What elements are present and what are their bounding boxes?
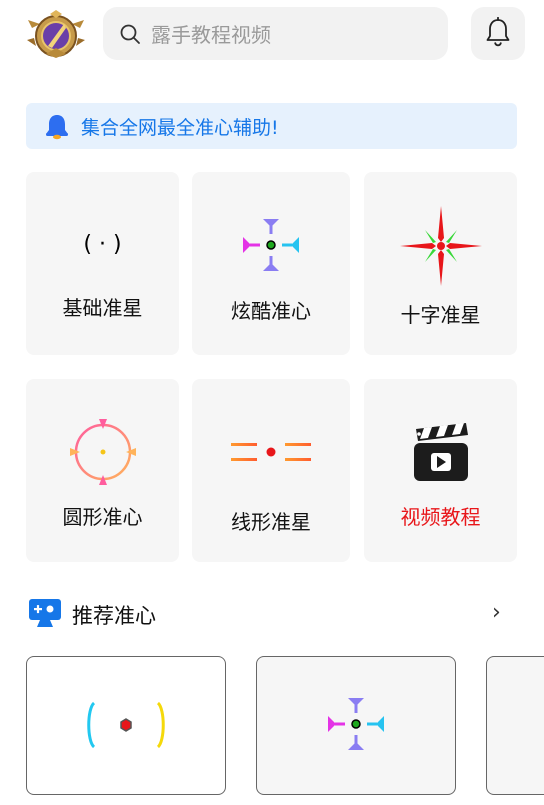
grid-item-label: 十字准星 xyxy=(400,303,481,327)
search-input[interactable]: 露手教程视频 xyxy=(151,19,271,48)
recommend-card[interactable] xyxy=(26,656,226,795)
notice-text: 集合全网最全准心辅助! xyxy=(81,116,279,139)
rank-badge-logo-icon xyxy=(26,10,86,60)
grid-item-label: 视频教程 xyxy=(400,505,481,529)
grid-item-cross-crosshair[interactable]: 十字准星 xyxy=(364,172,517,355)
cross-crosshair-icon xyxy=(364,204,517,288)
grid-item-label: 圆形准心 xyxy=(62,505,143,529)
recommend-card[interactable] xyxy=(486,656,544,795)
grid-item-line-crosshair[interactable]: 线形准星 xyxy=(192,379,350,562)
recommend-section-icon xyxy=(28,598,62,628)
grid-item-label: 线形准星 xyxy=(231,510,311,534)
search-icon xyxy=(119,23,141,45)
bracket-crosshair-icon xyxy=(87,701,165,749)
search-bar[interactable]: 露手教程视频 xyxy=(103,7,448,60)
alarm-bell-icon xyxy=(43,112,71,140)
line-crosshair-icon xyxy=(192,439,350,467)
grid-item-video-tutorial[interactable]: 视频教程 xyxy=(364,379,517,562)
grid-item-cool-crosshair[interactable]: 炫酷准心 xyxy=(192,172,350,355)
notice-banner[interactable]: 集合全网最全准心辅助! xyxy=(26,103,517,149)
notification-button[interactable] xyxy=(471,7,525,60)
recommend-card[interactable] xyxy=(256,656,456,795)
grid-item-circle-crosshair[interactable]: 圆形准心 xyxy=(26,379,179,562)
grid-item-basic-crosshair[interactable]: ( · ) 基础准星 xyxy=(26,172,179,355)
grid-item-label: 基础准星 xyxy=(62,296,143,320)
circle-crosshair-icon xyxy=(26,417,179,487)
video-clapper-icon xyxy=(364,421,517,483)
cool-crosshair-icon xyxy=(192,215,350,275)
basic-crosshair-icon: ( · ) xyxy=(83,232,122,257)
grid-item-label: 炫酷准心 xyxy=(231,299,311,323)
recommend-section-title: 推荐准心 xyxy=(72,604,156,628)
cool-crosshair-icon xyxy=(328,698,384,750)
bell-icon xyxy=(485,16,511,51)
recommend-more-chevron-icon[interactable]: › xyxy=(492,600,501,625)
